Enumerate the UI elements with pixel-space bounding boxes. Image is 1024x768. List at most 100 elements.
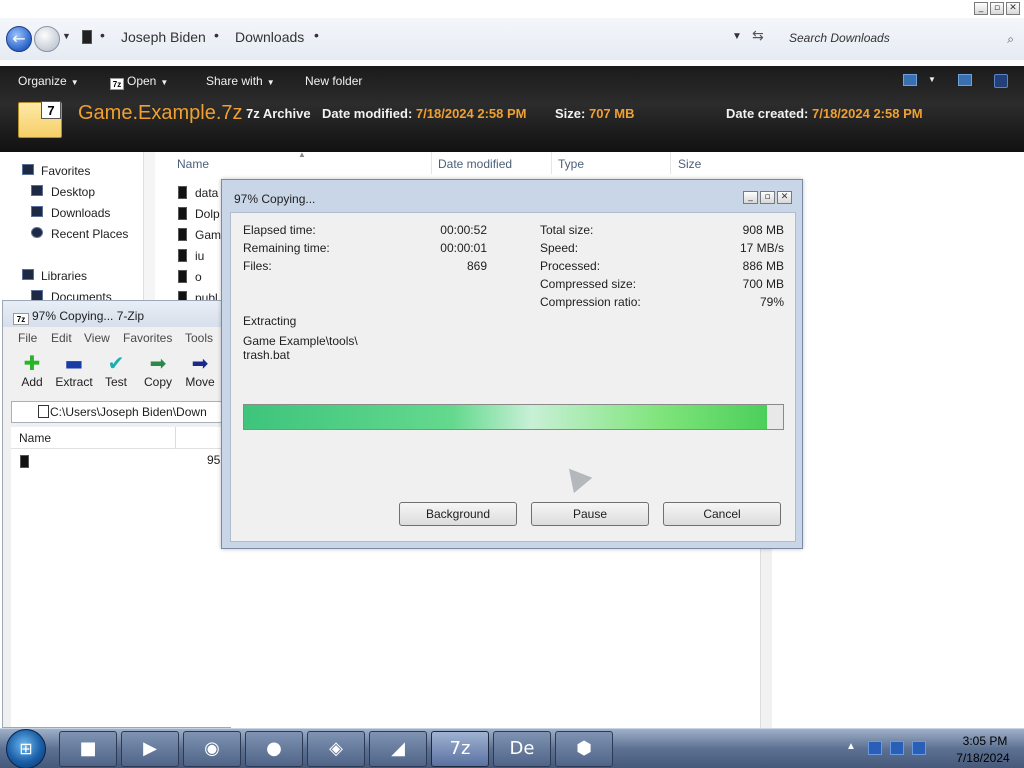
move-button[interactable]: ➡ Move [180,351,220,395]
forward-button[interactable] [34,26,60,52]
column-separator[interactable] [431,152,432,174]
tray-network-icon[interactable] [890,741,904,755]
search-input[interactable]: Search Downloads ⌕ [782,28,1020,48]
navigation-scrollbar[interactable] [143,152,155,302]
list-item-name: Dolp [195,207,220,221]
recent-pages-dropdown[interactable]: ▼ [62,31,71,41]
elapsed-time-value: 00:00:52 [440,223,487,237]
address-dropdown[interactable]: ▼ [732,31,742,42]
7zip-menu-bar: File Edit View Favorites Tools [3,329,230,347]
breadcrumb-separator-icon[interactable]: • [214,27,219,43]
clock-date[interactable]: 7/18/2024 [948,751,1018,765]
refresh-icon[interactable]: ⇆ [752,28,764,44]
plus-icon: ✚ [23,351,41,375]
media-player-icon: ▶ [143,738,157,759]
organize-label: Organize [18,74,67,88]
column-name[interactable]: Name [177,157,209,171]
date-created: Date created: 7/18/2024 2:58 PM [726,106,923,121]
compression-ratio-label: Compression ratio: [540,295,641,309]
new-folder-button[interactable]: New folder [305,74,362,88]
list-item[interactable]: iu [178,249,204,263]
menu-view[interactable]: View [84,331,110,345]
nav-favorites[interactable]: Favorites [41,164,90,178]
column-name[interactable]: Name [19,431,51,445]
dialog-title: 97% Copying... [234,192,316,206]
pause-button[interactable]: Pause [531,502,649,526]
breadcrumb-separator-icon[interactable]: • [314,27,319,43]
close-button[interactable]: ✕ [1006,2,1020,15]
speed-value: 17 MB/s [739,241,784,255]
close-button[interactable]: ✕ [777,191,792,204]
menu-favorites[interactable]: Favorites [123,331,172,345]
taskbar-de-button[interactable]: De [493,731,551,767]
address-row: ← ▼ • Joseph Biden • Downloads • ▼ ⇆ Sea… [0,18,1024,60]
operation-label: Extracting [243,314,297,328]
list-item[interactable]: Gam [178,228,221,242]
column-separator[interactable] [175,427,176,449]
list-item[interactable]: data [178,186,218,200]
menu-file[interactable]: File [18,331,37,345]
start-button[interactable]: ⊞ [6,729,46,768]
nav-desktop[interactable]: Desktop [51,185,95,199]
nav-libraries[interactable]: Libraries [41,269,87,283]
taskbar-7zip-button[interactable]: 7z [431,731,489,767]
nav-downloads[interactable]: Downloads [51,206,110,220]
taskbar-app-button[interactable]: ◢ [369,731,427,767]
copy-label: Copy [143,375,172,389]
navigation-pane: Favorites Desktop Downloads Recent Place… [0,152,158,304]
share-with-button[interactable]: Share with ▼ [206,74,275,88]
taskbar-network-button[interactable]: ⬢ [555,731,613,767]
menu-tools[interactable]: Tools [185,331,213,345]
selected-file-name: Game.Example.7z [78,102,243,124]
taskbar-globe-button[interactable]: ◉ [183,731,241,767]
menu-edit[interactable]: Edit [51,331,72,345]
breadcrumb-separator-icon[interactable]: • [100,27,105,43]
background-button[interactable]: Background [399,502,517,526]
copy-button[interactable]: ➡ Copy [138,351,178,395]
extract-button[interactable]: ▬ Extract [54,351,94,395]
column-separator[interactable] [670,152,671,174]
add-button[interactable]: ✚ Add [12,351,52,395]
taskbar-explorer-button[interactable]: ■ [59,731,117,767]
breadcrumb-user[interactable]: Joseph Biden [121,29,206,45]
tray-app-icon[interactable] [868,741,882,755]
progress-bar-fill [244,405,767,429]
maximize-button[interactable]: ▫ [990,2,1004,15]
taskbar-firefox-button[interactable]: ● [245,731,303,767]
open-button[interactable]: 7z Open ▼ [110,74,168,90]
path-input[interactable]: C:\Users\Joseph Biden\Down [11,401,231,423]
back-button[interactable]: ← [6,26,32,52]
list-item-name: data [195,186,219,200]
column-type[interactable]: Type [558,157,584,171]
nav-recent-places[interactable]: Recent Places [51,227,128,241]
breadcrumb-downloads[interactable]: Downloads [235,29,304,45]
cancel-button[interactable]: Cancel [663,502,781,526]
column-date-modified[interactable]: Date modified [438,157,512,171]
dialog-client-area: Elapsed time: 00:00:52 Remaining time: 0… [230,212,796,542]
list-item[interactable]: o [178,270,202,284]
search-icon[interactable]: ⌕ [1007,29,1014,49]
help-icon[interactable] [994,74,1008,88]
7zip-title-bar[interactable]: 7z 97% Copying... 7-Zip [3,301,230,327]
network-icon: ⬢ [576,738,592,759]
minimize-button[interactable]: _ [974,2,988,15]
taskbar-virtualbox-button[interactable]: ◈ [307,731,365,767]
maximize-button[interactable]: ▫ [760,191,775,204]
clock-time[interactable]: 3:05 PM [952,734,1018,748]
tray-volume-icon[interactable] [912,741,926,755]
test-button[interactable]: ✔ Test [96,351,136,395]
column-separator[interactable] [551,152,552,174]
preview-pane-icon[interactable] [958,74,972,86]
organize-button[interactable]: Organize ▼ [18,74,79,88]
view-options-dropdown[interactable]: ▼ [928,75,936,84]
list-item[interactable]: Dolp [178,207,220,221]
minimize-button[interactable]: _ [743,191,758,204]
change-view-icon[interactable] [903,74,917,86]
show-hidden-icons-icon[interactable]: ▲ [846,741,856,752]
column-size[interactable]: Size [678,157,701,171]
total-size-value: 908 MB [742,223,784,237]
dialog-caption-buttons: _ ▫ ✕ [743,191,792,204]
file-list-scrollbar[interactable] [760,548,772,728]
taskbar-media-player-button[interactable]: ▶ [121,731,179,767]
7zip-icon: 7z [13,313,29,325]
